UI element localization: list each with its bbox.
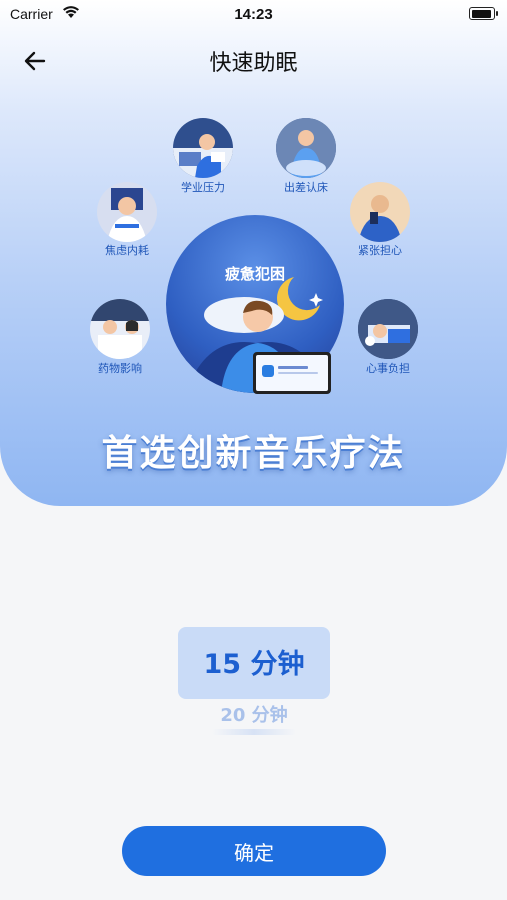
battery-icon <box>469 7 498 20</box>
medication-icon <box>90 299 150 359</box>
bubble-label: 药物影响 <box>98 362 142 375</box>
bubble-anxiety[interactable] <box>97 182 157 242</box>
bubble-label: 紧张担心 <box>358 244 402 257</box>
worry-icon <box>358 299 418 359</box>
tablet-text-line <box>278 372 318 374</box>
bubble-label: 焦虑内耗 <box>105 244 149 257</box>
student-study-icon <box>173 134 233 178</box>
duration-picker-option[interactable]: 20 分钟 <box>178 701 330 727</box>
bubble-study-pressure[interactable] <box>173 118 233 178</box>
status-bar: Carrier 14:23 <box>0 0 507 30</box>
status-time: 14:23 <box>234 6 273 23</box>
confirm-button[interactable]: 确定 <box>122 826 386 876</box>
tablet-screen <box>256 355 328 391</box>
bubble-travel-bed[interactable] <box>276 118 336 178</box>
anxiety-icon <box>107 188 147 242</box>
bubble-worry[interactable] <box>358 299 418 359</box>
bubble-nervous[interactable] <box>350 182 410 242</box>
tablet-device <box>253 352 331 394</box>
app-logo-icon <box>262 365 274 377</box>
page-title: 快速助眠 <box>209 51 298 76</box>
bubble-label: 心事负担 <box>366 362 410 375</box>
nervous-icon <box>358 195 402 242</box>
duration-picker-selected[interactable]: 15 分钟 <box>178 642 330 681</box>
travel-bed-icon <box>276 118 336 178</box>
duration-picker-option-faded[interactable] <box>212 729 296 735</box>
tablet-text-line <box>278 366 308 369</box>
bubble-label: 出差认床 <box>284 181 328 194</box>
bubble-label: 学业压力 <box>181 181 225 194</box>
bubble-medication[interactable] <box>90 299 150 359</box>
slogan: 首选创新音乐疗法 <box>101 433 406 474</box>
